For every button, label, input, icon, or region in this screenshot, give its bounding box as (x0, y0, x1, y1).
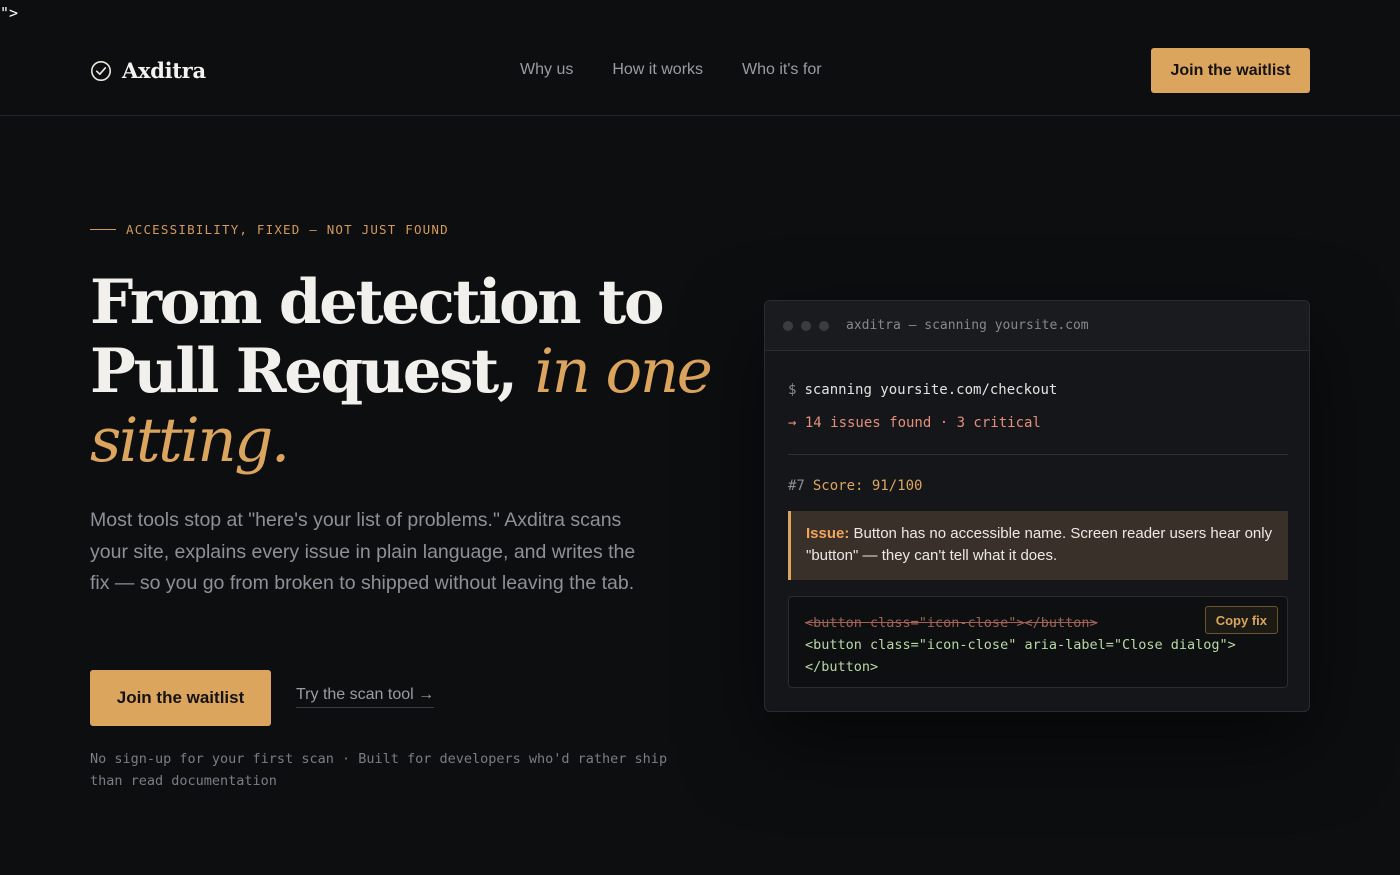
code-added-line: <button class="icon-close" aria-label="C… (805, 637, 1236, 653)
main-nav: Why us How it works Who it's for (520, 61, 822, 79)
code-fix-block: <button class="icon-close"></button> <bu… (788, 596, 1288, 688)
brand-logo[interactable]: Axditra (90, 58, 206, 83)
try-scan-tool-link[interactable]: Try the scan tool → (296, 686, 435, 708)
hero-eyebrow: ACCESSIBILITY, FIXED — NOT JUST FOUND (90, 222, 449, 237)
issue-number: #7 (788, 478, 805, 494)
hero-headline: From detection to Pull Request, in one s… (90, 268, 730, 475)
eyebrow-rule (90, 229, 116, 230)
nav-link-how-it-works[interactable]: How it works (612, 61, 703, 79)
terminal-command: scanning yoursite.com/checkout (804, 382, 1058, 398)
site-header: Axditra Why us How it works Who it's for… (0, 0, 1400, 116)
terminal-title-bar: axditra — scanning yoursite.com (765, 301, 1309, 351)
hero-join-waitlist-button[interactable]: Join the waitlist (90, 670, 271, 726)
terminal-title: axditra — scanning yoursite.com (846, 318, 1089, 333)
window-dot-icon (819, 320, 829, 331)
header-join-waitlist-button[interactable]: Join the waitlist (1151, 48, 1310, 93)
brand-name: Axditra (122, 58, 206, 83)
terminal-prompt: $ (788, 382, 797, 398)
window-dot-icon (801, 320, 811, 331)
nav-link-why-us[interactable]: Why us (520, 61, 573, 79)
eyebrow-text: ACCESSIBILITY, FIXED — NOT JUST FOUND (126, 222, 449, 237)
hero-lede: Most tools stop at "here's your list of … (90, 509, 636, 594)
issue-callout: Issue: Button has no accessible name. Sc… (788, 511, 1288, 580)
issue-score: Score: 91/100 (812, 478, 923, 494)
hero-fineprint: No sign-up for your first scan · Built f… (90, 751, 668, 789)
code-added-line-end: </button> (805, 659, 879, 675)
terminal-card: axditra — scanning yoursite.com $ scannin… (764, 300, 1310, 712)
issue-label: Issue: (806, 525, 850, 542)
copy-fix-button[interactable]: Copy fix (1204, 606, 1278, 634)
issue-header: #7 Score: 91/100 (788, 478, 922, 494)
terminal-result: → 14 issues found · 3 critical (788, 415, 1041, 431)
window-dot-icon (783, 320, 793, 331)
terminal-command-line: $ scanning yoursite.com/checkout (788, 382, 1057, 398)
check-circle-icon (90, 60, 112, 82)
issue-description: Button has no accessible name. Screen re… (806, 525, 1273, 564)
nav-link-who-its-for[interactable]: Who it's for (742, 61, 822, 79)
terminal-divider (788, 454, 1288, 455)
